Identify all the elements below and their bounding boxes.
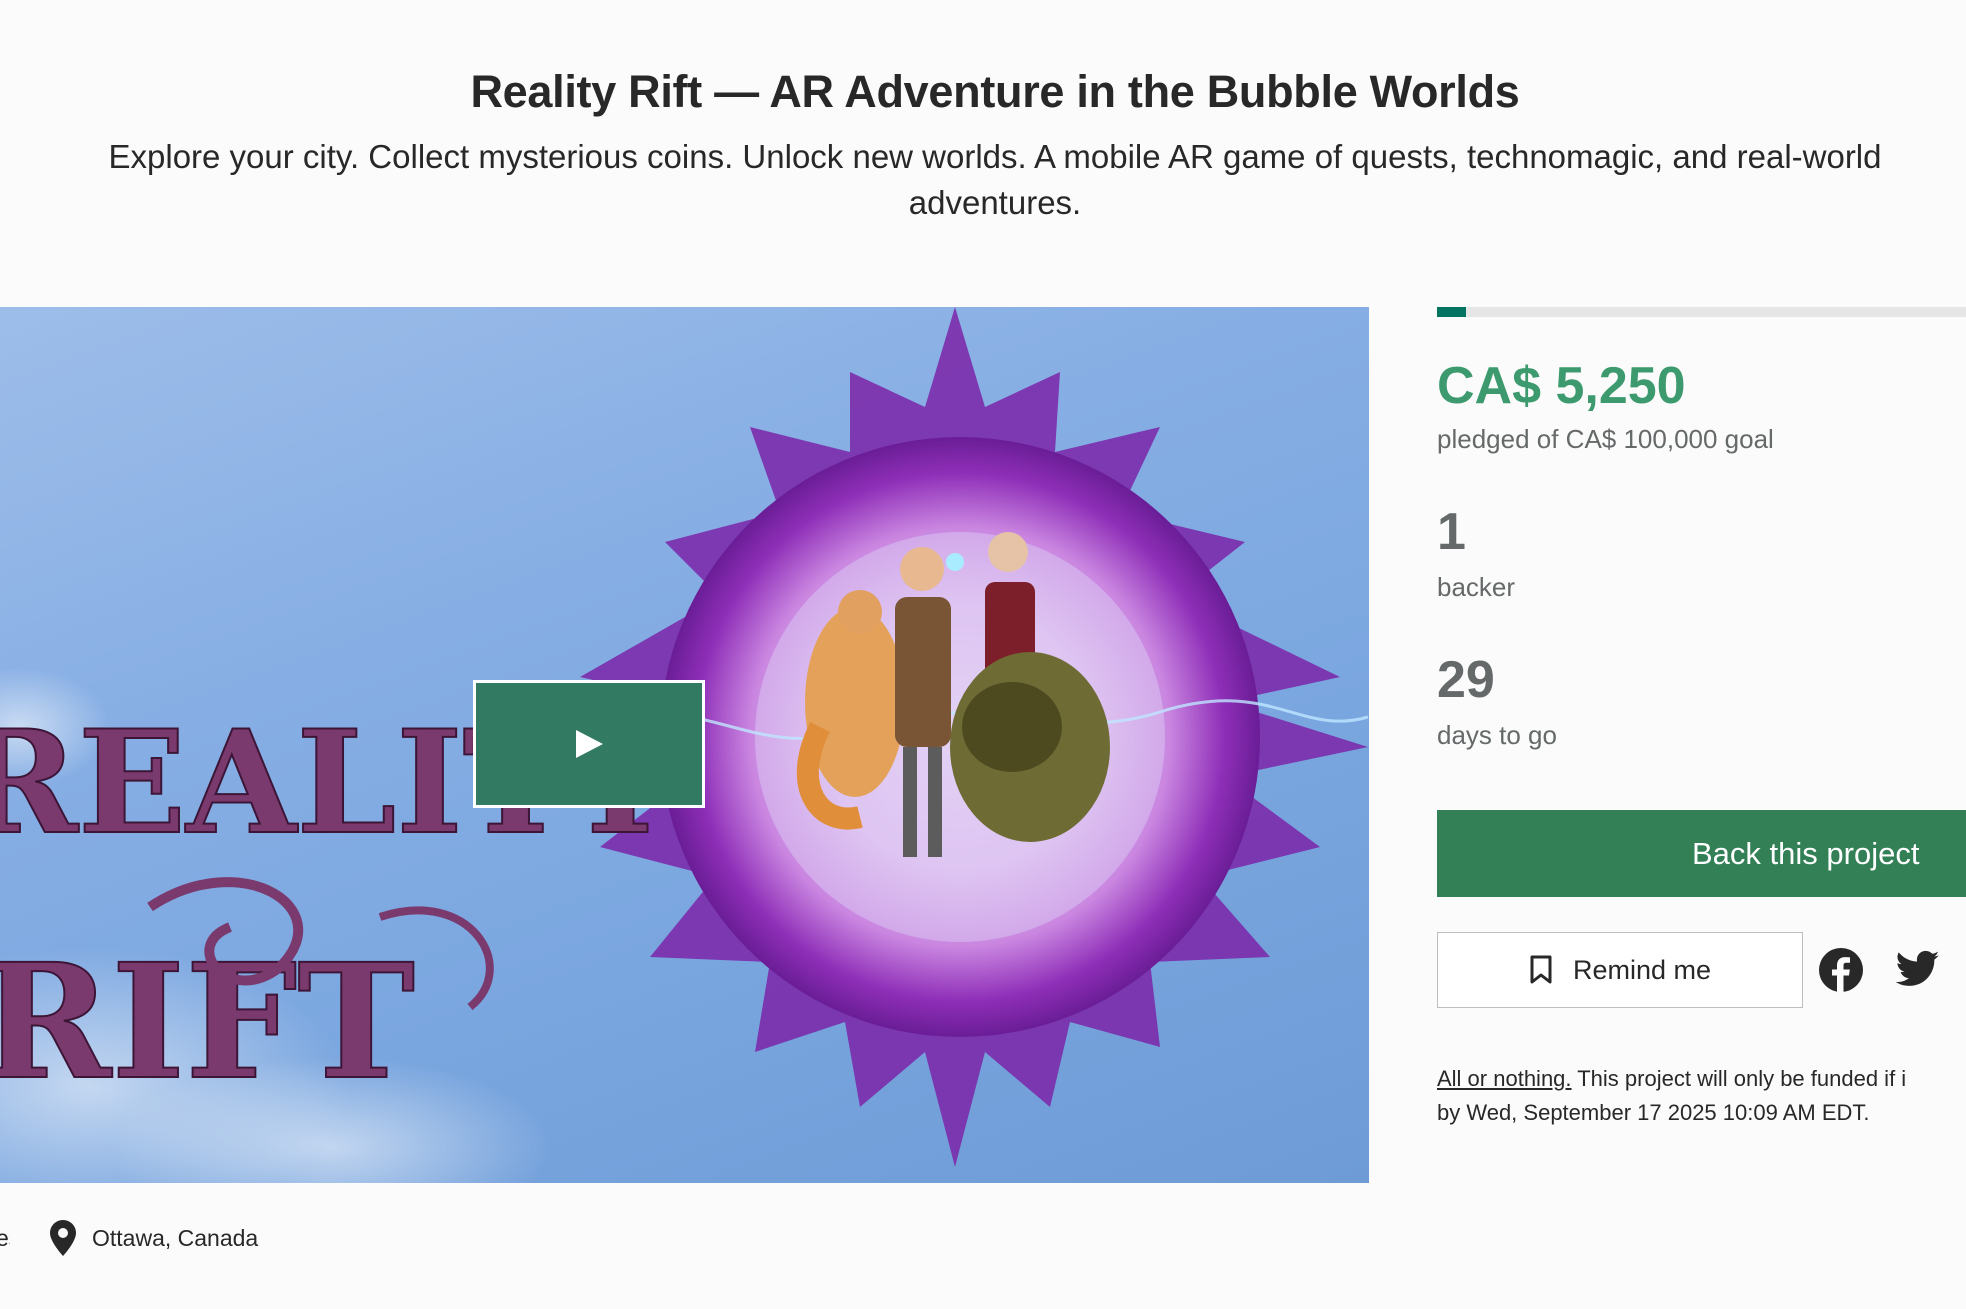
bookmark-icon: [1530, 955, 1552, 984]
project-meta: es Ottawa, Canada: [0, 1218, 258, 1258]
remind-me-button[interactable]: Remind me: [1437, 932, 1803, 1008]
funding-progress-fill: [1437, 307, 1467, 317]
funding-deadline: by Wed, September 17 2025 10:09 AM EDT.: [1437, 1100, 1870, 1125]
backers-count: 1: [1437, 503, 1466, 561]
blurb-line-1: Explore your city. Collect mysterious co…: [108, 138, 1882, 175]
pledged-amount: CA$ 5,250: [1437, 357, 1686, 415]
location-link[interactable]: Ottawa, Canada: [92, 1225, 258, 1252]
play-video-button[interactable]: [473, 680, 705, 808]
backers-label: backer: [1437, 572, 1516, 602]
project-page: Reality Rift — AR Adventure in the Bubbl…: [0, 0, 1966, 1309]
play-icon: [576, 730, 603, 758]
goal-text: pledged of CA$ 100,000 goal: [1437, 424, 1774, 454]
days-label: days to go: [1437, 720, 1557, 750]
all-or-nothing-notice: All or nothing. This project will only b…: [1437, 1062, 1966, 1130]
category-link-fragment[interactable]: es: [0, 1225, 10, 1252]
map-pin-icon: [50, 1220, 76, 1256]
remind-me-label: Remind me: [1572, 954, 1712, 985]
blurb-line-2: adventures.: [908, 184, 1082, 221]
days-count: 29: [1437, 651, 1495, 709]
funding-progress-bar: [1437, 307, 1966, 317]
project-video[interactable]: REALITY RIFT: [0, 307, 1369, 1183]
project-blurb: Explore your city. Collect mysterious co…: [0, 134, 1966, 226]
facebook-icon[interactable]: [1818, 947, 1864, 993]
back-this-project-button[interactable]: Back this project: [1437, 810, 1966, 897]
all-or-nothing-link[interactable]: All or nothing.: [1437, 1066, 1572, 1091]
funding-rule-text: This project will only be funded if i: [1571, 1066, 1907, 1091]
twitter-icon[interactable]: [1896, 950, 1940, 988]
project-title: Reality Rift — AR Adventure in the Bubbl…: [470, 66, 1520, 117]
